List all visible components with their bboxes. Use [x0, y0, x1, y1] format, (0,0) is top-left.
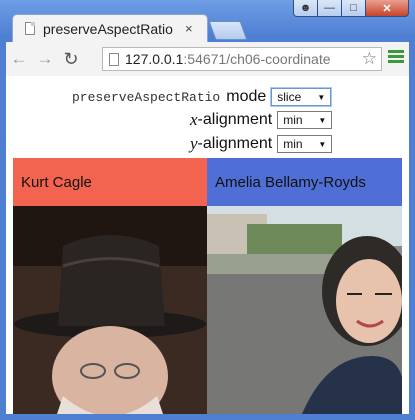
back-arrow-icon[interactable]: ←	[6, 46, 32, 72]
y-alignment-row: y -alignment min ▼	[190, 134, 333, 154]
mode-select-value: slice	[277, 90, 302, 104]
maximize-button[interactable]: □	[341, 0, 366, 17]
x-variable: x	[190, 110, 198, 129]
forward-arrow-icon[interactable]: →	[32, 46, 58, 72]
url-path: :54671/ch06-coordinate	[183, 51, 331, 67]
amelia-bellamy-royds-photo	[207, 206, 402, 414]
tab-title: preserveAspectRatio	[43, 20, 173, 37]
y-alignment-value: min	[283, 137, 303, 151]
page-icon	[109, 52, 119, 66]
panel-name: Amelia Bellamy-Royds	[215, 173, 366, 191]
url-host: 127.0.0.1	[125, 51, 184, 67]
url-text[interactable]: 127.0.0.1:54671/ch06-coordinate	[125, 51, 331, 67]
x-alignment-label: -alignment	[197, 111, 273, 128]
window-controls: ☻ — □ ✕	[293, 0, 409, 18]
tab-close-icon[interactable]: ×	[185, 21, 193, 36]
minimize-button[interactable]: —	[317, 0, 342, 17]
mode-code-label: preserveAspectRatio	[72, 89, 221, 105]
toolbar: ← → ↻ 127.0.0.1:54671/ch06-coordinate ☆	[6, 42, 409, 76]
x-alignment-select[interactable]: min ▼	[277, 111, 333, 129]
menu-icon[interactable]	[388, 50, 404, 65]
panel-name: Kurt Cagle	[21, 173, 92, 191]
reload-icon[interactable]: ↻	[58, 46, 84, 72]
y-variable: y	[190, 134, 198, 153]
address-bar[interactable]: 127.0.0.1:54671/ch06-coordinate ☆	[102, 47, 382, 71]
close-window-button[interactable]: ✕	[365, 0, 409, 17]
chevron-down-icon: ▼	[318, 139, 327, 149]
new-tab-button[interactable]	[208, 21, 248, 40]
y-alignment-select[interactable]: min ▼	[277, 135, 333, 153]
user-icon[interactable]: ☻	[293, 0, 318, 17]
chevron-down-icon: ▼	[317, 92, 326, 102]
kurt-cagle-photo	[13, 206, 207, 414]
chevron-down-icon: ▼	[318, 115, 327, 125]
star-icon[interactable]: ☆	[362, 49, 377, 69]
x-alignment-row: x -alignment min ▼	[190, 110, 333, 130]
x-alignment-value: min	[283, 113, 303, 127]
y-alignment-label: -alignment	[197, 135, 273, 152]
page-viewport: preserveAspectRatio mode slice ▼ x -alig…	[6, 76, 409, 414]
mode-label: mode	[226, 88, 267, 105]
amelia-bellamy-royds-panel: Amelia Bellamy-Royds	[207, 158, 402, 206]
browser-tab[interactable]: preserveAspectRatio ×	[12, 14, 208, 42]
mode-row: preserveAspectRatio mode slice ▼	[72, 88, 332, 106]
browser-window: ☻ — □ ✕ preserveAspectRatio × ← → ↻ 127.…	[0, 0, 415, 420]
kurt-cagle-panel: Kurt Cagle	[13, 158, 207, 206]
mode-select[interactable]: slice ▼	[271, 88, 332, 106]
page-icon	[25, 22, 35, 35]
